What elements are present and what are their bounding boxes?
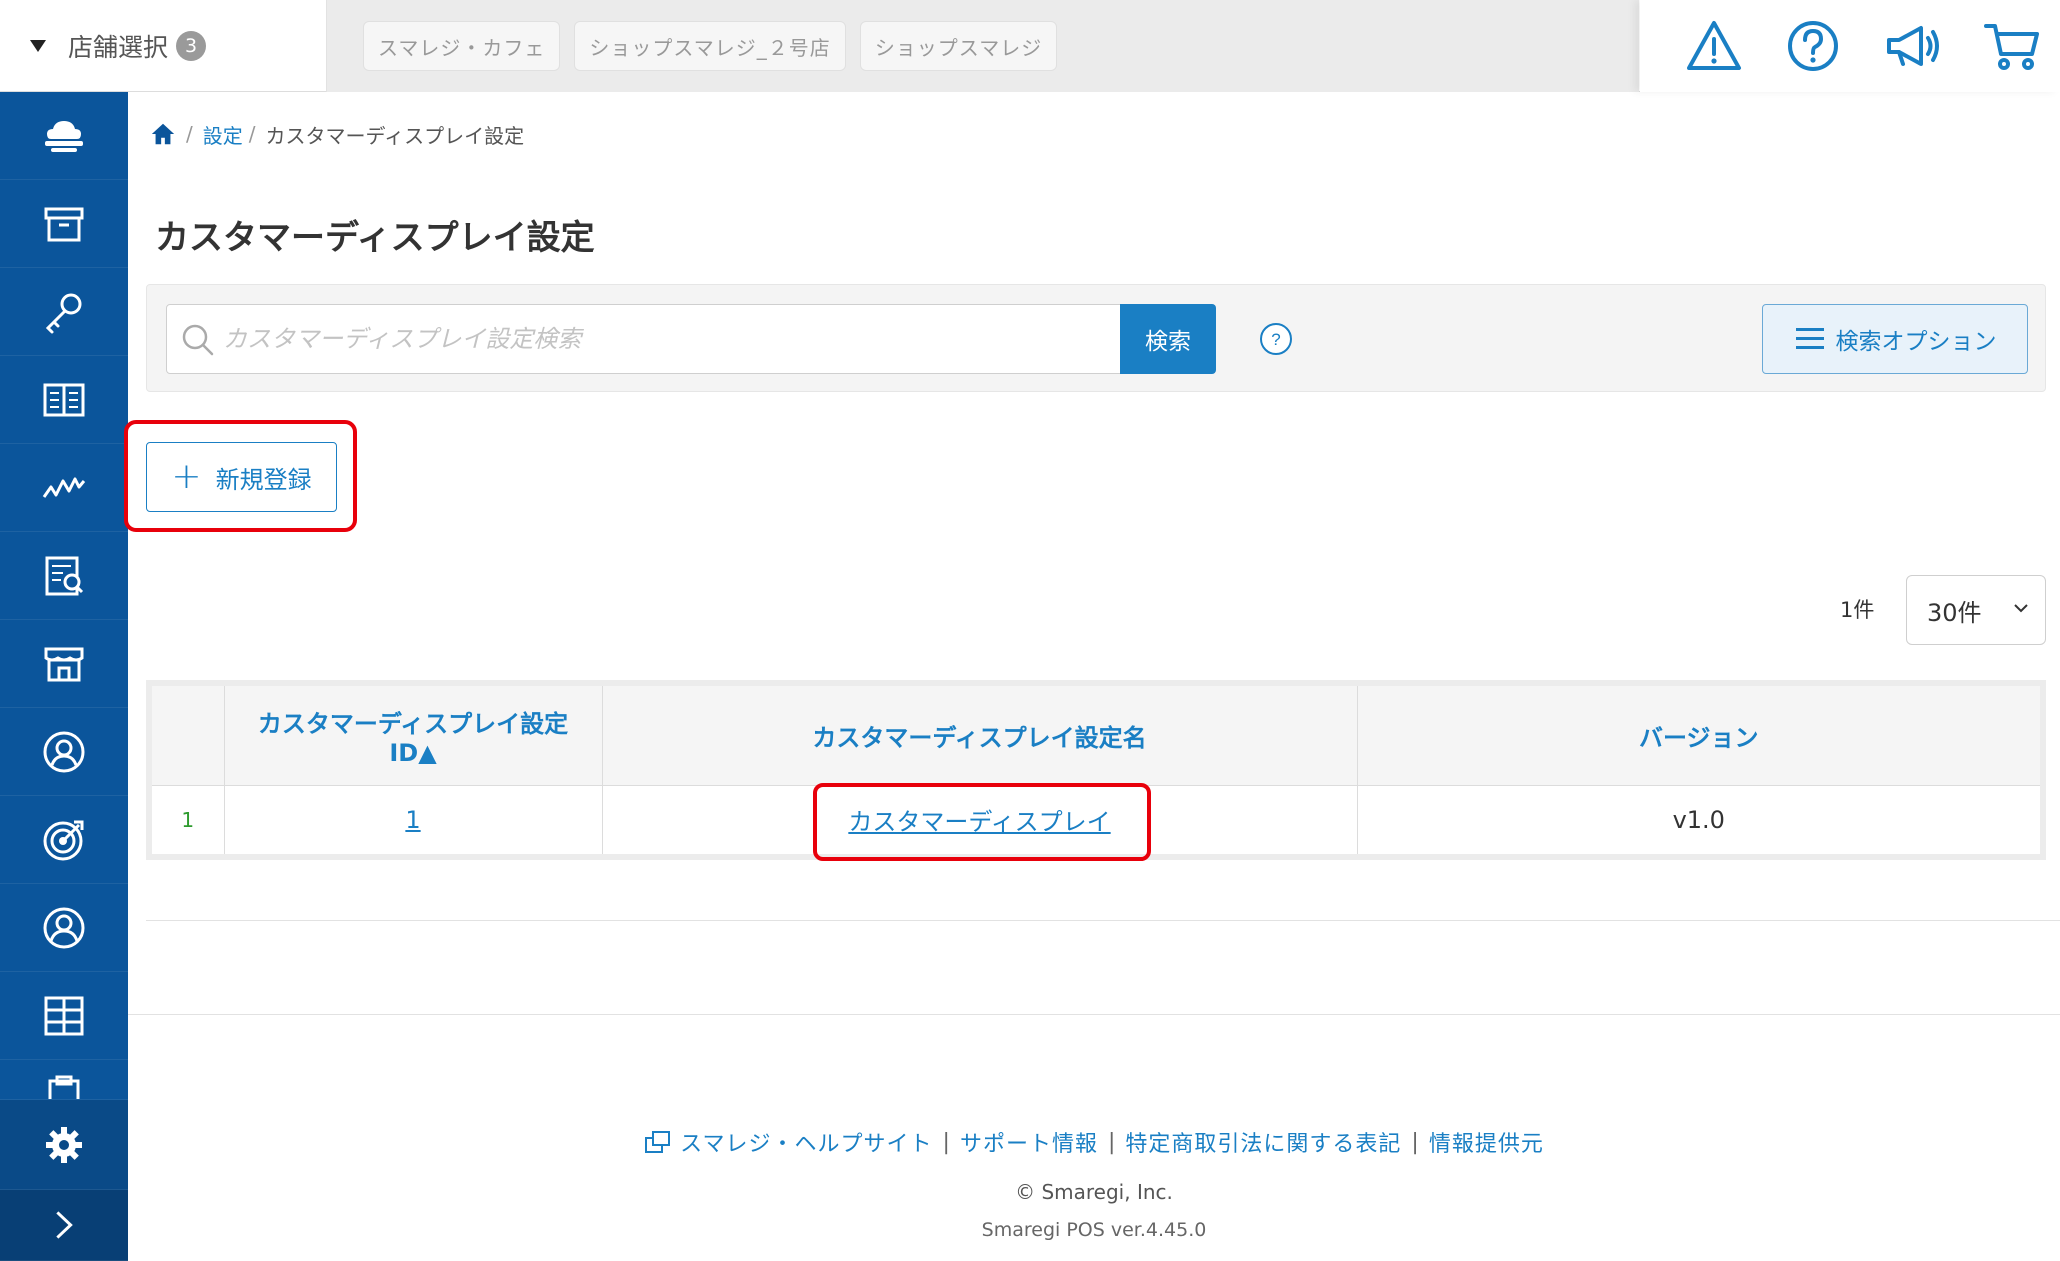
plus-icon: + xyxy=(171,456,202,497)
footer-divider xyxy=(128,1014,2060,1015)
name-link[interactable]: カスタマーディスプレイ xyxy=(848,808,1110,836)
footer-link-support[interactable]: サポート情報 xyxy=(960,1126,1098,1158)
shop-tabs: スマレジ・カフェ ショップスマレジ_２号店 ショップスマレジ xyxy=(327,0,1639,92)
cell-version: v1.0 xyxy=(1356,784,2044,858)
clipboard-icon xyxy=(48,1075,80,1099)
shop-tab-store2[interactable]: ショップスマレジ_２号店 xyxy=(574,21,846,71)
external-window-icon xyxy=(645,1131,671,1153)
footer-link-help[interactable]: スマレジ・ヘルプサイト xyxy=(680,1126,932,1158)
footer-link-legal[interactable]: 特定商取引法に関する表記 xyxy=(1125,1126,1401,1158)
footer-link-provider[interactable]: 情報提供元 xyxy=(1429,1126,1544,1158)
breadcrumb-separator: / xyxy=(186,122,193,146)
store-icon xyxy=(44,647,84,681)
target-icon xyxy=(43,820,84,860)
result-count: 1件 xyxy=(1840,598,1875,622)
gear-icon xyxy=(46,1126,82,1163)
search-button[interactable]: 検索 xyxy=(1120,304,1216,374)
store-select-label: 店舗選択 xyxy=(68,33,169,62)
settings-button[interactable] xyxy=(0,1100,128,1190)
sidebar-item-store[interactable] xyxy=(0,620,128,708)
sidebar-expand-button[interactable] xyxy=(0,1190,128,1261)
search-options-button[interactable]: 検索オプション xyxy=(1762,304,2028,374)
page-title: カスタマーディスプレイ設定 xyxy=(155,218,595,258)
help-icon[interactable] xyxy=(1783,16,1843,76)
table-row: 1 1 カスタマーディスプレイ v1.0 xyxy=(148,784,2044,858)
customer-icon xyxy=(43,731,85,772)
search-help-icon[interactable]: ? xyxy=(1259,322,1293,356)
megaphone-icon[interactable] xyxy=(1883,16,1943,76)
store-count-badge: 3 xyxy=(176,31,207,61)
box-icon xyxy=(44,207,84,241)
sidebar-item-analytics[interactable] xyxy=(0,444,128,532)
cell-name: カスタマーディスプレイ xyxy=(601,784,1358,858)
sidebar xyxy=(0,92,128,1261)
table-header-row: カスタマーディスプレイ設定 ID▲ カスタマーディスプレイ設定名 バージョン xyxy=(148,682,2044,786)
grid-icon xyxy=(44,996,84,1035)
shop-tab-shop[interactable]: ショップスマレジ xyxy=(859,21,1058,71)
shop-tab-cafe[interactable]: スマレジ・カフェ xyxy=(363,21,561,71)
breadcrumb: / 設定 / カスタマーディスプレイ設定 xyxy=(150,118,524,150)
divider xyxy=(146,920,2060,921)
customer-display-table: カスタマーディスプレイ設定 ID▲ カスタマーディスプレイ設定名 バージョン 1… xyxy=(146,680,2046,860)
sidebar-item-staff[interactable] xyxy=(0,708,128,796)
copyright: © Smaregi, Inc. xyxy=(1015,1180,1173,1204)
top-bar: 店舗選択 3 スマレジ・カフェ ショップスマレジ_２号店 ショップスマレジ xyxy=(0,0,2060,92)
search-options-label: 検索オプション xyxy=(1835,329,1997,355)
chart-icon xyxy=(42,477,86,498)
search-panel: 検索 ? 検索オプション xyxy=(146,284,2046,392)
header-row-number xyxy=(148,682,225,786)
new-register-button[interactable]: + 新規登録 xyxy=(146,442,337,512)
sidebar-item-target[interactable] xyxy=(0,796,128,884)
footer-separator: | xyxy=(942,1129,950,1155)
book-icon xyxy=(43,383,85,416)
sidebar-item-apps[interactable] xyxy=(0,972,128,1060)
breadcrumb-current: カスタマーディスプレイ設定 xyxy=(265,123,525,148)
caret-down-icon xyxy=(30,40,46,52)
breadcrumb-settings-link[interactable]: 設定 xyxy=(203,120,243,149)
cart-icon[interactable] xyxy=(1982,16,2042,76)
warning-icon[interactable] xyxy=(1684,16,1744,76)
sidebar-item-key[interactable] xyxy=(0,268,128,356)
menu-icon xyxy=(1795,328,1824,349)
cloud-icon xyxy=(45,120,83,152)
chevron-down-icon xyxy=(2014,604,2028,613)
sidebar-item-report[interactable] xyxy=(0,532,128,620)
key-icon xyxy=(45,293,82,333)
store-select-dropdown[interactable]: 店舗選択 3 xyxy=(0,0,327,92)
sidebar-bottom xyxy=(0,1100,128,1261)
footer-links: スマレジ・ヘルプサイト | サポート情報 | 特定商取引法に関する表記 | 情報… xyxy=(128,1126,2060,1158)
search-icon xyxy=(182,324,214,356)
report-icon xyxy=(45,556,84,595)
new-register-label: 新規登録 xyxy=(215,465,312,494)
row-number: 1 xyxy=(148,784,225,858)
sidebar-item-cloud[interactable] xyxy=(0,92,128,180)
help-icon-glyph: ? xyxy=(1271,330,1280,349)
header-id-line1: カスタマーディスプレイ設定 xyxy=(257,709,569,738)
sidebar-item-member[interactable] xyxy=(0,884,128,972)
breadcrumb-separator: / xyxy=(248,122,256,146)
user-icon xyxy=(43,907,85,948)
header-version[interactable]: バージョン xyxy=(1356,682,2044,786)
header-id-line2: ID▲ xyxy=(389,738,437,767)
sidebar-item-product[interactable] xyxy=(0,180,128,268)
sidebar-item-clipboard[interactable] xyxy=(0,1060,128,1100)
search-box xyxy=(166,304,1123,374)
search-input[interactable] xyxy=(223,325,1122,353)
id-link[interactable]: 1 xyxy=(405,806,420,834)
footer-separator: | xyxy=(1107,1129,1116,1155)
cell-id: 1 xyxy=(223,784,603,858)
per-page-value: 30件 xyxy=(1927,598,1982,627)
header-id[interactable]: カスタマーディスプレイ設定 ID▲ xyxy=(223,682,603,786)
header-name[interactable]: カスタマーディスプレイ設定名 xyxy=(601,682,1358,786)
per-page-select[interactable]: 30件 xyxy=(1906,575,2046,645)
chevron-right-icon xyxy=(56,1211,73,1239)
footer-separator: | xyxy=(1411,1129,1419,1155)
home-icon[interactable] xyxy=(150,121,176,147)
top-icon-group xyxy=(1640,0,2060,92)
app-version: Smaregi POS ver.4.45.0 xyxy=(981,1219,1207,1241)
sidebar-item-ledger[interactable] xyxy=(0,356,128,444)
